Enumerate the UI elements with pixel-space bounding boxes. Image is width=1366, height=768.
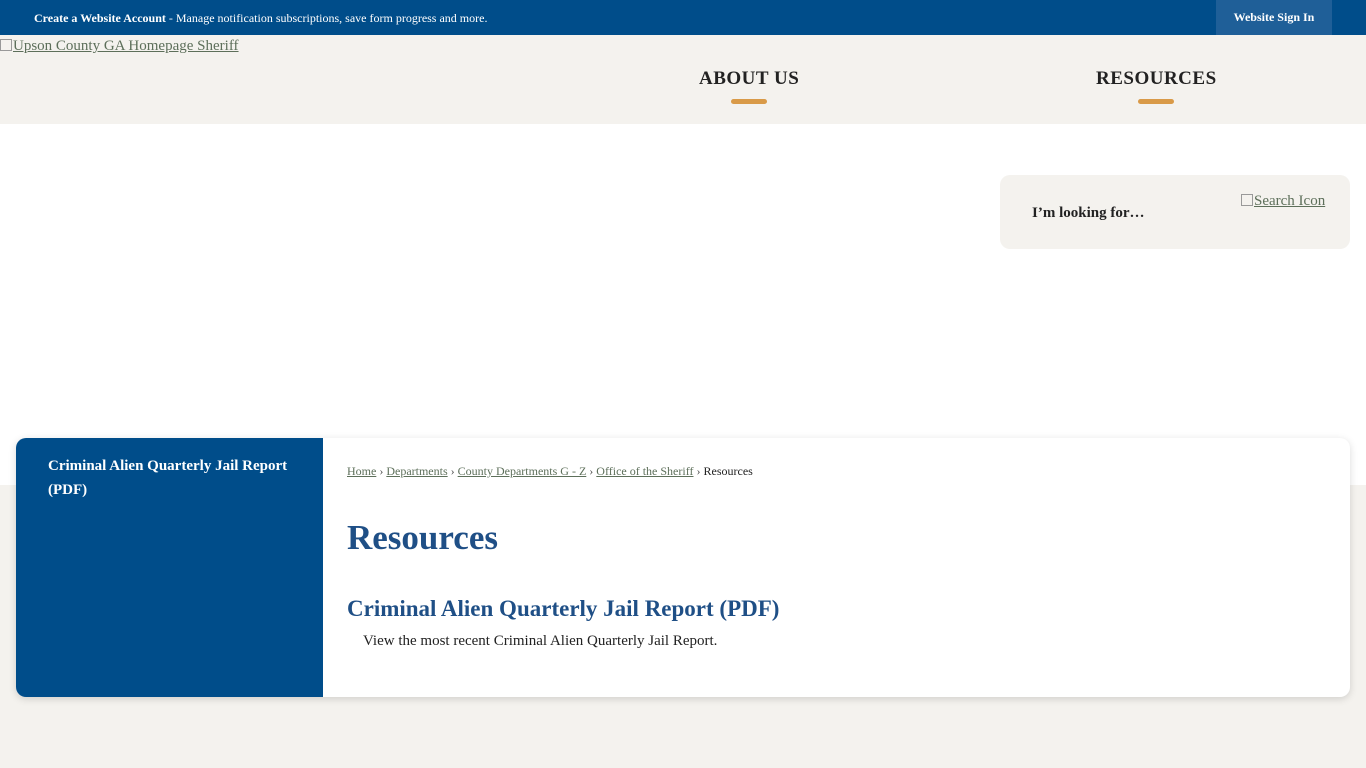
website-sign-in-button[interactable]: Website Sign In xyxy=(1216,0,1332,35)
sidebar: Criminal Alien Quarterly Jail Report (PD… xyxy=(16,438,323,697)
search-input[interactable] xyxy=(1030,197,1234,229)
broken-image-icon xyxy=(0,39,12,51)
breadcrumb: Home › Departments › County Departments G - … xyxy=(347,464,753,479)
breadcrumb-departments[interactable]: Departments xyxy=(386,464,447,478)
sidebar-item-criminal-alien-report[interactable]: Criminal Alien Quarterly Jail Report (PD… xyxy=(48,454,288,502)
account-message: Create a Website Account - Manage notifi… xyxy=(34,11,487,26)
breadcrumb-county-departments[interactable]: County Departments G - Z xyxy=(458,464,587,478)
account-message-text: - Manage notification subscriptions, sav… xyxy=(165,11,488,25)
breadcrumb-current: Resources xyxy=(703,464,753,478)
nav-underline-accent xyxy=(1138,99,1175,104)
content-card: Criminal Alien Quarterly Jail Report (PD… xyxy=(16,438,1350,697)
notification-bar: Create a Website Account - Manage notifi… xyxy=(0,0,1366,35)
main-content: Home › Departments › County Departments G - … xyxy=(347,438,1327,697)
document-link-criminal-alien-report[interactable]: Criminal Alien Quarterly Jail Report (PD… xyxy=(347,596,779,622)
breadcrumb-separator: › xyxy=(379,464,384,478)
nav-underline-accent xyxy=(731,99,768,104)
nav-about-us[interactable]: ABOUT US xyxy=(699,68,799,104)
breadcrumb-separator: › xyxy=(589,464,594,478)
nav-resources[interactable]: RESOURCES xyxy=(1096,68,1217,104)
nav-resources-label: RESOURCES xyxy=(1096,68,1217,89)
page-title: Resources xyxy=(347,518,498,557)
nav-about-us-label: ABOUT US xyxy=(699,68,800,89)
logo-alt-text: Upson County GA Homepage Sheriff xyxy=(13,38,239,54)
breadcrumb-separator: › xyxy=(696,464,701,478)
homepage-logo-link[interactable]: Upson County GA Homepage Sheriff xyxy=(0,38,239,55)
breadcrumb-home[interactable]: Home xyxy=(347,464,376,478)
search-button[interactable]: Search Icon xyxy=(1241,193,1325,210)
search-box: Search Icon xyxy=(1000,175,1350,249)
search-icon xyxy=(1241,194,1253,206)
search-icon-alt-text: Search Icon xyxy=(1254,193,1326,209)
create-account-link[interactable]: Create a Website Account xyxy=(34,11,166,25)
document-description: View the most recent Criminal Alien Quar… xyxy=(363,633,718,649)
breadcrumb-office-of-sheriff[interactable]: Office of the Sheriff xyxy=(596,464,693,478)
breadcrumb-separator: › xyxy=(450,464,455,478)
